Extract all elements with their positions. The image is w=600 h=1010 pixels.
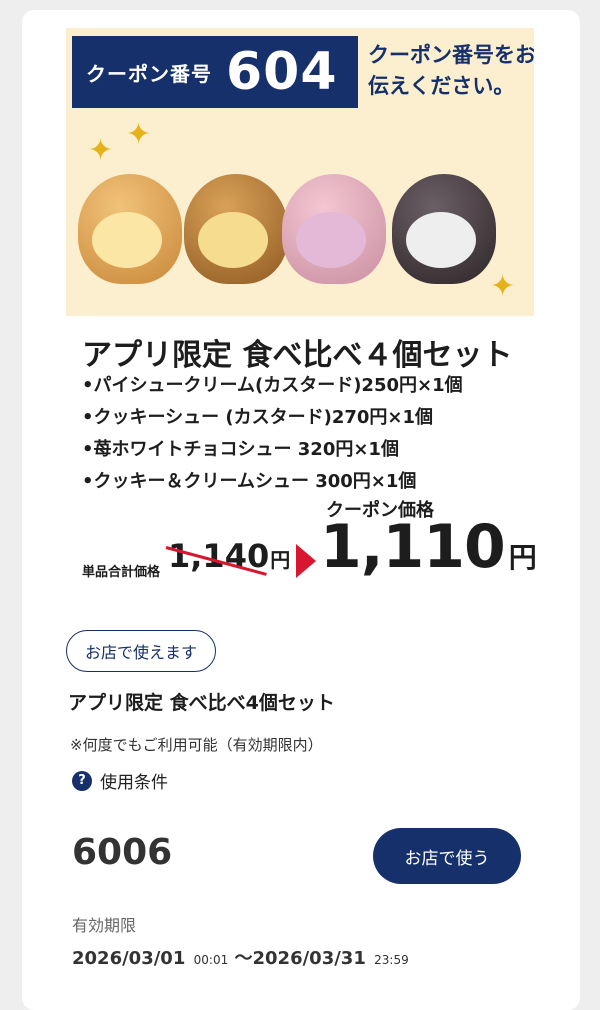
product-title: アプリ限定 食べ比べ４個セット (82, 338, 513, 373)
cream-puff-strawberry (282, 174, 386, 284)
coupon-price-unit: 円 (508, 541, 537, 574)
cream-puff-cookies-and-cream (392, 174, 496, 284)
store-code: 6006 (72, 832, 173, 873)
product-item-list: •パイシュークリーム(カスタード)250円×1個 •クッキーシュー (カスタード… (82, 370, 463, 498)
valid-from-time: 00:01 (193, 953, 229, 967)
usage-note: ※何度でもご利用可能（有効期限内） (70, 736, 323, 754)
sparkle-icon: ✦ (490, 269, 516, 304)
coupon-price: 1,110 円 (320, 512, 537, 582)
list-item: •苺ホワイトチョコシュー 320円×1個 (82, 439, 399, 460)
terms-link[interactable]: ? 使用条件 (72, 768, 168, 793)
list-item: •クッキー＆クリームシュー 300円×1個 (82, 471, 417, 492)
regular-price: 1,140円 (168, 537, 290, 575)
list-item: •クッキーシュー (カスタード)270円×1個 (82, 407, 434, 428)
valid-to-time: 23:59 (374, 953, 409, 967)
use-in-store-button[interactable]: お店で使う (373, 828, 521, 884)
regular-price-label: 単品合計価格 (82, 565, 161, 580)
cream-puff-cookie (184, 174, 288, 284)
store-usable-badge: お店で使えます (66, 630, 217, 672)
coupon-name: アプリ限定 食べ比べ4個セット (68, 692, 335, 714)
validity-period: 2026/03/01 00:01 ～2026/03/31 23:59 (72, 944, 409, 970)
sparkle-icon: ✦ (126, 117, 152, 152)
question-icon: ? (72, 770, 92, 791)
list-item: •パイシュークリーム(カスタード)250円×1個 (82, 375, 463, 396)
validity-label: 有効期限 (72, 916, 137, 935)
coupon-price-value: 1,110 (320, 512, 506, 582)
coupon-number-note: クーポン番号をお伝えください。 (368, 43, 534, 98)
valid-to-date: 2026/03/31 (252, 948, 366, 969)
valid-separator: ～ (234, 948, 253, 969)
coupon-number-box: クーポン番号 604 (72, 36, 358, 108)
valid-from-date: 2026/03/01 (72, 948, 186, 969)
promo-image: クーポン番号 604 クーポン番号をお伝えください。 ✦ ✦ ✦ (66, 28, 534, 316)
cream-puff-pie (78, 174, 182, 284)
coupon-number-label: クーポン番号 (86, 61, 212, 86)
coupon-number: 604 (226, 42, 338, 102)
regular-price-unit: 円 (270, 548, 291, 572)
arrow-right-icon (296, 544, 316, 578)
terms-label: 使用条件 (100, 773, 168, 793)
sparkle-icon: ✦ (88, 133, 114, 168)
